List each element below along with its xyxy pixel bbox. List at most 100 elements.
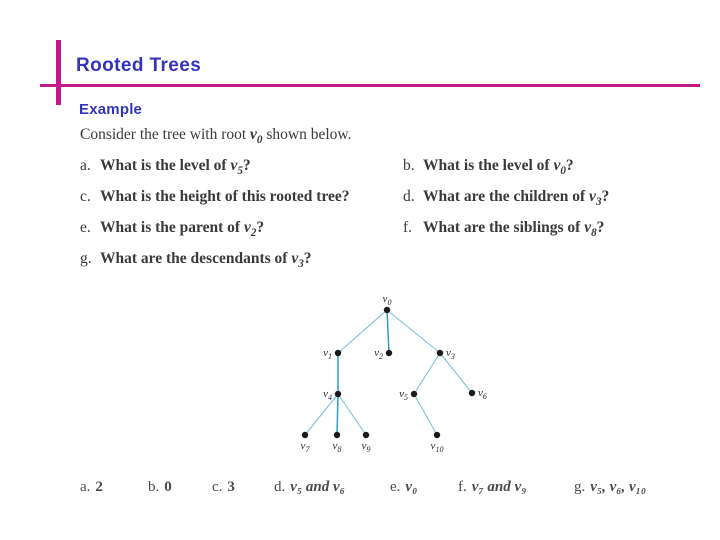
- tree-edge-v0-v2: [386, 309, 390, 354]
- header-accent-horizontal-rule: [40, 84, 700, 87]
- question-letter: f.: [403, 219, 413, 236]
- answer-value: v₀: [405, 479, 418, 495]
- question-text: What are the descendants of: [100, 250, 292, 267]
- question-letter: a.: [80, 157, 91, 174]
- question-item-c: c. What is the height of this rooted tree…: [80, 188, 350, 208]
- tree-node-v7: [301, 431, 309, 439]
- answer-item-c: c. 3: [212, 479, 235, 496]
- tree-node-label-v6: v6: [478, 387, 487, 401]
- answer-value: v₅, v₆, v₁₀: [590, 479, 647, 495]
- slide-header: Rooted Trees Example: [0, 0, 720, 120]
- tree-node-label-v4: v4: [323, 388, 332, 402]
- answer-letter: c.: [212, 479, 223, 495]
- answer-item-g: g. v₅, v₆, v₁₀: [574, 479, 646, 496]
- tree-edge-v0-v3: [386, 309, 441, 354]
- tree-node-v1: [334, 349, 342, 357]
- question-text: What is the level of: [423, 157, 554, 174]
- answer-letter: f.: [458, 479, 467, 495]
- tree-edge-v3-v6: [439, 352, 473, 394]
- rooted-tree-diagram: v0 v1 v2 v3 v4 v5 v6 v7 v8 v9 v10: [270, 278, 530, 463]
- answer-item-e: e. v₀: [390, 479, 417, 496]
- question-item-b: b. What is the level of v0?: [403, 157, 574, 177]
- question-row: a. What is the level of v5? b. What is the…: [0, 157, 720, 188]
- question-text: What is the parent of: [100, 219, 244, 236]
- answer-letter: d.: [274, 479, 286, 495]
- answer-value: 0: [164, 479, 172, 495]
- question-row: c. What is the height of this rooted tree…: [0, 188, 720, 219]
- question-text-tail: ?: [596, 219, 605, 236]
- slide-subtitle: Example: [79, 101, 143, 118]
- tree-node-v4: [334, 390, 342, 398]
- question-letter: d.: [403, 188, 415, 205]
- question-grid: a. What is the level of v5? b. What is the…: [0, 157, 720, 281]
- lead-sentence: Consider the tree with root v0 shown bel…: [80, 126, 351, 146]
- tree-node-v8: [333, 431, 341, 439]
- question-variable: v8: [584, 219, 597, 240]
- question-text-tail: ?: [303, 250, 312, 267]
- question-letter: b.: [403, 157, 415, 174]
- question-item-d: d. What are the children of v3?: [403, 188, 609, 208]
- header-accent-vertical-bar: [56, 40, 61, 105]
- question-letter: e.: [80, 219, 91, 236]
- question-variable: v0: [553, 157, 566, 178]
- answer-item-a: a. 2: [80, 479, 103, 496]
- question-row: e. What is the parent of v2? f. What are t…: [0, 219, 720, 250]
- answer-key-row: a. 2 b. 0 c. 3 d. v₅ and v₆ e. v₀ f. v₇ and v₉ g. v₅,…: [0, 479, 720, 503]
- answer-item-d: d. v₅ and v₆: [274, 479, 345, 496]
- tree-label-group: v0 v1 v2 v3 v4 v5 v6 v7 v8 v9 v10: [301, 293, 487, 454]
- tree-node-label-v5: v5: [399, 388, 408, 402]
- tree-node-v10: [433, 431, 441, 439]
- question-text-tail: ?: [256, 219, 265, 236]
- question-variable: v3: [589, 188, 602, 209]
- tree-node-v9: [362, 431, 370, 439]
- question-text-tail: ?: [601, 188, 610, 205]
- tree-node-v2: [385, 349, 393, 357]
- tree-edge-v0-v1: [337, 309, 388, 354]
- lead-prefix: Consider the tree with root: [80, 126, 251, 143]
- tree-node-label-v9: v9: [362, 440, 371, 454]
- tree-edge-v5-v10: [413, 393, 438, 436]
- lead-variable: v0: [250, 126, 263, 147]
- tree-node-label-v10: v10: [431, 440, 444, 454]
- tree-edge-v4-v7: [304, 393, 339, 436]
- tree-node-label-v3: v3: [446, 347, 455, 361]
- tree-node-label-v1: v1: [323, 347, 332, 361]
- answer-value: v₇ and v₉: [471, 479, 527, 495]
- question-letter: c.: [80, 188, 91, 205]
- answer-letter: b.: [148, 479, 160, 495]
- tree-edge-group: [304, 309, 473, 436]
- tree-edge-v4-v9: [337, 393, 367, 436]
- question-text-tail: ?: [242, 157, 251, 174]
- question-letter: g.: [80, 250, 92, 267]
- question-item-e: e. What is the parent of v2?: [80, 219, 264, 239]
- tree-node-label-v2: v2: [374, 347, 383, 361]
- answer-letter: a.: [80, 479, 91, 495]
- question-text-tail: ?: [565, 157, 574, 174]
- question-variable: v5: [230, 157, 243, 178]
- answer-value: 3: [227, 479, 235, 495]
- question-item-g: g. What are the descendants of v3?: [80, 250, 312, 270]
- page-title: Rooted Trees: [76, 55, 202, 76]
- answer-letter: e.: [390, 479, 401, 495]
- question-item-f: f. What are the siblings of v8?: [403, 219, 604, 239]
- question-text: What are the siblings of: [423, 219, 585, 236]
- tree-node-v3: [436, 349, 444, 357]
- question-variable: v3: [291, 250, 304, 271]
- tree-node-label-v8: v8: [333, 440, 342, 454]
- tree-node-v0: [383, 306, 391, 314]
- tree-node-label-v7: v7: [301, 440, 311, 454]
- lead-suffix: shown below.: [262, 126, 352, 143]
- tree-node-v5: [410, 390, 418, 398]
- question-text: What is the height of this rooted tree?: [100, 188, 350, 205]
- question-variable: v2: [243, 219, 257, 240]
- answer-letter: g.: [574, 479, 586, 495]
- question-text: What is the level of: [100, 157, 231, 174]
- tree-edge-v4-v8: [336, 393, 339, 436]
- answer-value: 2: [95, 479, 103, 495]
- tree-node-label-v0: v0: [383, 293, 392, 307]
- tree-edge-v3-v5: [413, 352, 441, 395]
- tree-node-v6: [468, 389, 476, 397]
- tree-svg-canvas: v0 v1 v2 v3 v4 v5 v6 v7 v8 v9 v10: [301, 293, 487, 454]
- question-text: What are the children of: [423, 188, 590, 205]
- question-item-a: a. What is the level of v5?: [80, 157, 251, 177]
